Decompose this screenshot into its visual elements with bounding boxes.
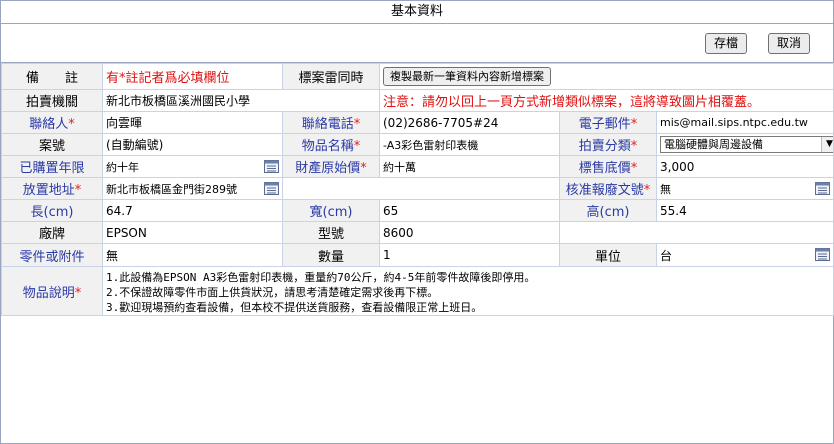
panel-title: 基本資料 xyxy=(1,1,833,24)
copy-latest-button[interactable]: 複製最新一筆資料內容新增標案 xyxy=(383,67,551,86)
note-label: 備 註 xyxy=(1,63,103,90)
category-label: 拍賣分類 xyxy=(578,139,631,154)
width-field[interactable]: 65 xyxy=(379,199,560,222)
orig-price-label: 財產原始價 xyxy=(295,161,361,176)
category-select[interactable]: 電腦硬體與周邊設備 ▼ xyxy=(660,136,833,153)
parts-label: 零件或附件 xyxy=(1,243,103,267)
picker-icon[interactable] xyxy=(264,159,279,173)
unit-field[interactable]: 台 xyxy=(660,249,672,263)
toolbar: 存檔 取消 xyxy=(1,24,833,63)
save-button[interactable]: 存檔 xyxy=(705,33,748,54)
overwrite-warning: 注意：請勿以回上一頁方式新增類似標案，這將導致圖片相覆蓋。 xyxy=(383,95,761,110)
location-label: 放置地址 xyxy=(22,183,75,198)
height-label: 高(cm) xyxy=(559,199,657,222)
sync-label: 標案雷同時 xyxy=(282,63,380,90)
basic-info-panel: 基本資料 存檔 取消 備 註 有*註記者爲必填欄位 標案雷同時 複製最新一筆資料… xyxy=(0,0,834,444)
phone-label: 聯絡電話 xyxy=(301,117,354,132)
contact-label: 聯絡人 xyxy=(29,117,69,132)
brand-field[interactable]: EPSON xyxy=(102,221,283,244)
brand-label: 廠牌 xyxy=(1,221,103,244)
approval-field[interactable]: 無 xyxy=(660,183,671,196)
agency-label: 拍賣機關 xyxy=(1,89,103,112)
picker-icon[interactable] xyxy=(264,181,279,195)
length-field[interactable]: 64.7 xyxy=(102,199,283,222)
location-field[interactable]: 新北市板橋區金門街289號 xyxy=(106,183,237,196)
item-name-field[interactable]: -A3彩色雷射印表機 xyxy=(379,133,560,156)
years-field[interactable]: 約十年 xyxy=(106,161,139,174)
quantity-field[interactable]: 1 xyxy=(379,243,560,267)
description-line: 1.此設備為EPSON A3彩色雷射印表機，重量約70公斤，約4-5年前零件故障… xyxy=(106,271,536,284)
orig-price-field[interactable]: 約十萬 xyxy=(379,155,560,178)
model-label: 型號 xyxy=(282,221,380,244)
description-field[interactable]: 1.此設備為EPSON A3彩色雷射印表機，重量約70公斤，約4-5年前零件故障… xyxy=(101,266,834,316)
description-label: 物品說明 xyxy=(22,285,75,301)
agency-field[interactable]: 新北市板橋區溪洲國民小學 xyxy=(102,89,380,112)
form-table: 備 註 有*註記者爲必填欄位 標案雷同時 複製最新一筆資料內容新增標案 拍賣機關… xyxy=(1,63,834,316)
unit-label: 單位 xyxy=(559,243,657,267)
cancel-button[interactable]: 取消 xyxy=(768,33,811,54)
description-line: 3.歡迎現場預約查看設備，但本校不提供送貨服務，查看設備限正常上班日。 xyxy=(106,301,483,314)
email-label: 電子郵件 xyxy=(578,117,631,132)
approval-label: 核准報廢文號 xyxy=(565,183,644,198)
item-name-label: 物品名稱 xyxy=(301,139,354,154)
quantity-label: 數量 xyxy=(282,243,380,267)
height-field[interactable]: 55.4 xyxy=(655,199,834,222)
category-selected: 電腦硬體與周邊設備 xyxy=(664,138,763,151)
case-no-label: 案號 xyxy=(1,133,103,156)
phone-field[interactable]: (02)2686-7705#24 xyxy=(379,111,560,134)
width-label: 寬(cm) xyxy=(282,199,380,222)
description-line: 2.不保證故障零件市面上供貨狀況，請思考清楚確定需求後再下標。 xyxy=(106,286,439,299)
parts-field[interactable]: 無 xyxy=(102,243,283,267)
picker-icon[interactable] xyxy=(815,247,831,261)
years-label: 已購置年限 xyxy=(19,161,85,176)
length-label: 長(cm) xyxy=(1,199,103,222)
email-field[interactable]: mis@mail.sips.ntpc.edu.tw xyxy=(655,111,834,134)
contact-field[interactable]: 向雲暉 xyxy=(102,111,283,134)
model-field[interactable]: 8600 xyxy=(379,221,560,244)
case-no-field: (自動編號) xyxy=(102,133,283,156)
required-note: 有*註記者爲必填欄位 xyxy=(106,71,230,86)
chevron-down-icon[interactable]: ▼ xyxy=(821,137,833,152)
base-price-label: 標售底價 xyxy=(578,161,631,176)
picker-icon[interactable] xyxy=(815,181,831,195)
base-price-field[interactable]: 3,000 xyxy=(655,155,834,178)
